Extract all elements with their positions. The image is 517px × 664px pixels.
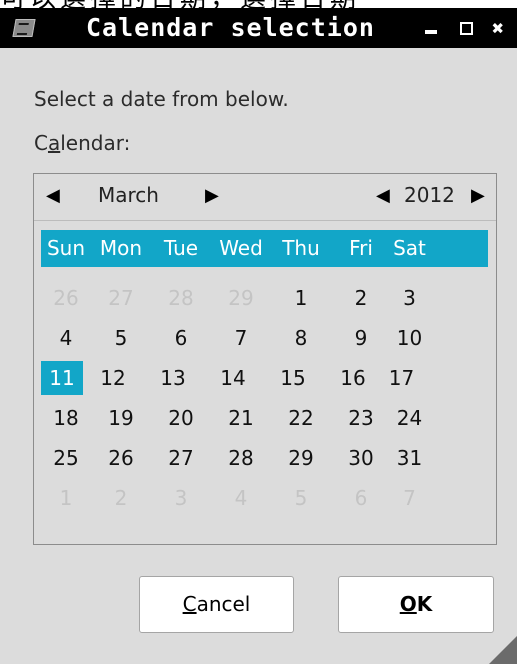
close-icon[interactable]: ✖ [487,16,509,40]
day-cell[interactable]: 1 [271,281,331,315]
day-cell[interactable]: 28 [151,281,211,315]
background-window-text: 可以選擇的日期，選擇日期 [0,0,517,8]
year-label: 2012 [404,183,455,207]
weekday-label: Tue [163,236,199,260]
next-month-arrow-icon[interactable]: ▶ [205,185,219,206]
day-cell[interactable]: 27 [151,441,211,475]
day-cell[interactable]: 24 [391,401,428,435]
minimize-icon[interactable] [420,16,442,40]
weekday-label: Sat [393,236,426,260]
month-label: March [98,183,159,207]
calendar-label: Calendar: [34,131,131,155]
day-cell[interactable]: 7 [211,321,271,355]
selected-day-cell[interactable]: 11 [41,361,83,395]
day-cell[interactable]: 30 [331,441,391,475]
day-cell[interactable]: 28 [211,441,271,475]
window-title: Calendar selection [86,13,375,42]
day-cell[interactable]: 8 [271,321,331,355]
day-cell[interactable]: 21 [211,401,271,435]
week-row: 26 27 28 29 1 2 3 [41,281,488,321]
weekday-label: Wed [219,236,263,260]
day-cell[interactable]: 23 [331,401,391,435]
day-cell[interactable]: 4 [41,321,91,355]
day-cell[interactable]: 3 [391,281,428,315]
week-row: 25 26 27 28 29 30 31 [41,441,488,481]
day-cell[interactable]: 29 [271,441,331,475]
day-cell[interactable]: 12 [83,361,143,395]
day-cell[interactable]: 25 [41,441,91,475]
maximize-icon[interactable] [455,16,477,40]
day-cell[interactable]: 20 [151,401,211,435]
day-cell[interactable]: 4 [211,481,271,515]
day-cell[interactable]: 5 [91,321,151,355]
day-cell[interactable]: 19 [91,401,151,435]
day-cell[interactable]: 16 [323,361,383,395]
day-cell[interactable]: 22 [271,401,331,435]
day-cell[interactable]: 18 [41,401,91,435]
ok-button[interactable]: OK [338,576,494,633]
weekday-label: Fri [349,236,373,260]
day-cell[interactable]: 2 [331,281,391,315]
day-cell[interactable]: 26 [41,281,91,315]
calendar-app-icon [12,19,36,37]
resize-grip-icon[interactable] [489,636,517,664]
day-cell[interactable]: 1 [41,481,91,515]
day-cell[interactable]: 13 [143,361,203,395]
day-cell[interactable]: 14 [203,361,263,395]
weekday-label: Mon [99,236,143,260]
day-cell[interactable]: 29 [211,281,271,315]
weekday-label: Thu [282,236,320,260]
day-cell[interactable]: 15 [263,361,323,395]
week-row: 11 12 13 14 15 16 17 [41,361,488,401]
prev-month-arrow-icon[interactable]: ◀ [46,185,60,206]
prompt-label: Select a date from below. [34,87,289,111]
next-year-arrow-icon[interactable]: ▶ [471,185,485,206]
day-cell[interactable]: 7 [391,481,428,515]
week-row: 1234567 [41,481,488,521]
cancel-button[interactable]: Cancel [139,576,294,633]
day-cell[interactable]: 27 [91,281,151,315]
day-cell[interactable]: 3 [151,481,211,515]
day-cell[interactable]: 5 [271,481,331,515]
day-cell[interactable]: 31 [391,441,428,475]
calendar-header: ◀ March ▶ ◀ 2012 ▶ [34,174,496,221]
day-cell[interactable]: 2 [91,481,151,515]
prev-year-arrow-icon[interactable]: ◀ [376,185,390,206]
day-cell[interactable]: 17 [383,361,420,395]
week-row: 18 19 20 21 22 23 24 [41,401,488,441]
day-cell[interactable]: 9 [331,321,391,355]
calendar-widget[interactable]: ◀ March ▶ ◀ 2012 ▶ Sun Mon Tue Wed Thu F… [33,173,497,545]
day-cell[interactable]: 6 [151,321,211,355]
day-cell[interactable]: 10 [391,321,428,355]
day-cell[interactable]: 26 [91,441,151,475]
day-cell[interactable]: 6 [331,481,391,515]
day-grid: 26 27 28 29 1 2 3 4 5 6 7 8 9 10 11 12 13 14 15 16 17 18 19 20 2… [41,281,488,521]
week-row: 4 5 6 7 8 9 10 [41,321,488,361]
weekday-header-row: Sun Mon Tue Wed Thu Fri Sat [41,230,488,267]
weekday-label: Sun [46,236,86,260]
title-bar[interactable]: Calendar selection ✖ [0,8,517,48]
